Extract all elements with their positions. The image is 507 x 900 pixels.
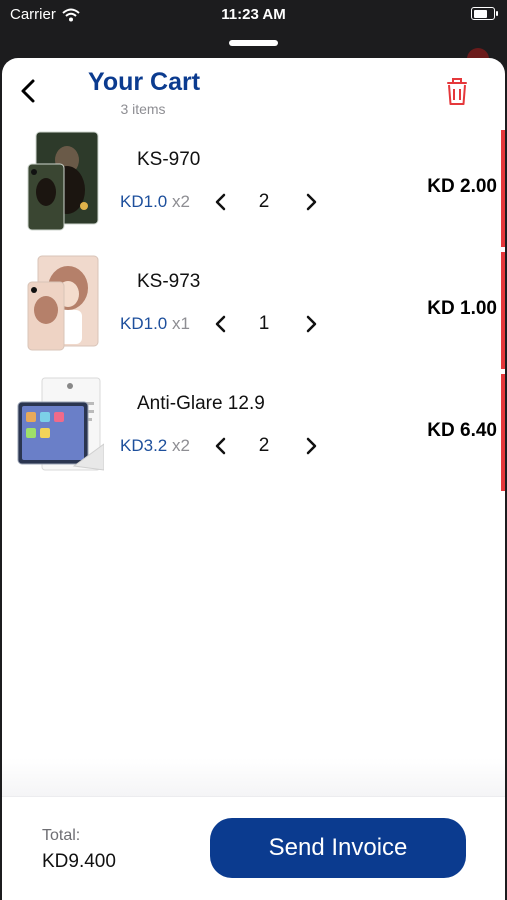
cart-item[interactable]: KS-973 KD1.0 x1 1 KD 1.00	[2, 252, 505, 370]
unit-price: KD1.0	[120, 192, 168, 211]
quantity-value: 2	[258, 191, 270, 212]
increment-button[interactable]	[300, 433, 322, 459]
quantity-value: 2	[258, 435, 270, 456]
status-time: 11:23 AM	[221, 6, 286, 23]
unit-quantity: x2	[171, 192, 190, 211]
battery-level	[473, 9, 488, 18]
send-invoice-button[interactable]: Send Invoice	[210, 818, 466, 878]
cart-item[interactable]: Anti-Glare 12.9 KD3.2 x2 2 KD 6.40	[2, 374, 505, 492]
sheet-grabber[interactable]	[229, 40, 278, 46]
unit-quantity: x1	[171, 314, 190, 333]
swipe-delete-edge[interactable]	[501, 252, 505, 369]
swipe-delete-edge[interactable]	[501, 130, 505, 247]
footer-shadow	[2, 758, 505, 798]
decrement-button[interactable]	[210, 189, 232, 215]
product-name: Anti-Glare 12.9	[137, 393, 265, 414]
checkout-footer: Total: KD9.400 Send Invoice	[2, 796, 505, 900]
cart-item[interactable]: KS-970 KD1.0 x2 2 KD 2.00	[2, 130, 505, 248]
decrement-button[interactable]	[210, 433, 232, 459]
increment-button[interactable]	[300, 311, 322, 337]
unit-price: KD3.2	[120, 436, 168, 455]
unit-price-line: KD1.0 x2	[120, 192, 190, 212]
product-image	[27, 131, 99, 231]
increment-button[interactable]	[300, 189, 322, 215]
unit-price: KD1.0	[120, 314, 168, 333]
battery-icon	[471, 7, 498, 20]
status-bar: Carrier 11:23 AM	[0, 0, 507, 30]
unit-quantity: x2	[171, 436, 190, 455]
line-total: KD 1.00	[427, 298, 497, 319]
unit-price-line: KD3.2 x2	[120, 436, 190, 456]
product-image	[27, 255, 99, 351]
product-image	[17, 377, 104, 471]
total-label: Total:	[42, 827, 81, 844]
product-name: KS-970	[137, 149, 201, 170]
item-count: 3 items	[120, 101, 166, 117]
decrement-button[interactable]	[210, 311, 232, 337]
cart-sheet: Your Cart 3 items KS-970 KD1.0 x2 2 KD 2…	[2, 58, 505, 900]
swipe-delete-edge[interactable]	[501, 374, 505, 491]
total-value: KD9.400	[42, 851, 116, 872]
unit-price-line: KD1.0 x1	[120, 314, 190, 334]
line-total: KD 2.00	[427, 176, 497, 197]
trash-icon[interactable]	[442, 76, 472, 108]
quantity-value: 1	[258, 313, 270, 334]
product-name: KS-973	[137, 271, 201, 292]
line-total: KD 6.40	[427, 420, 497, 441]
page-title: Your Cart	[88, 68, 201, 96]
